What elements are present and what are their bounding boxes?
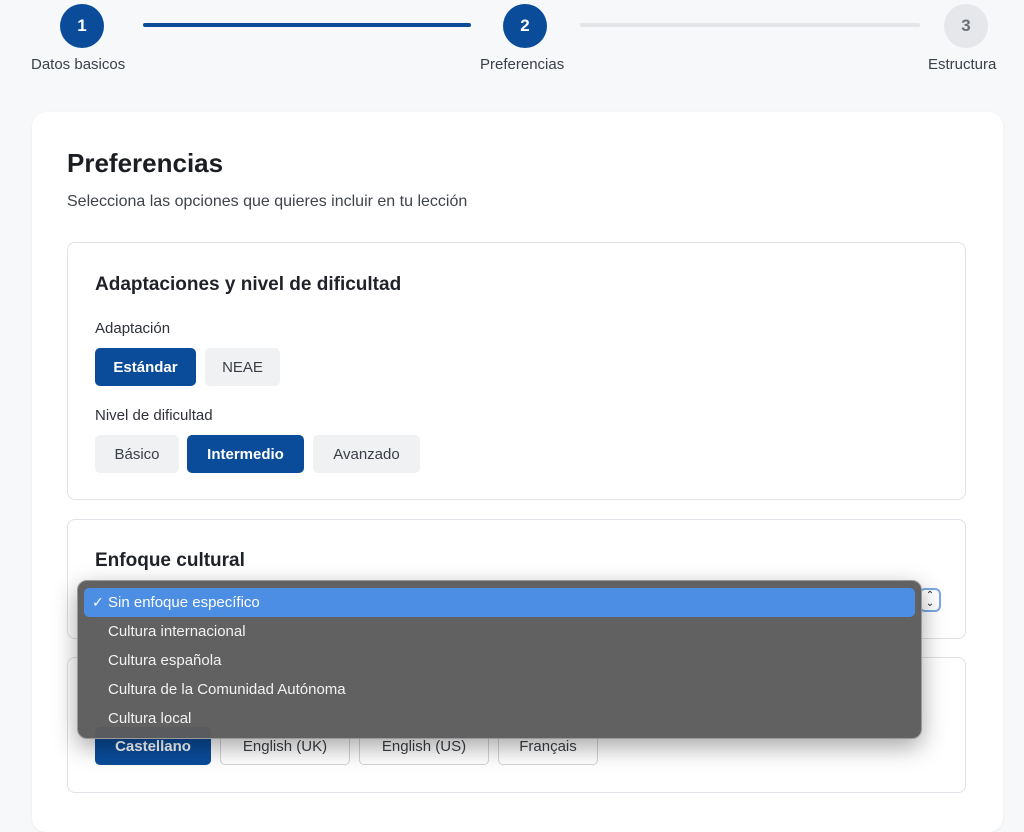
dropdown-option-comunidad[interactable]: Cultura de la Comunidad Autónoma (84, 675, 915, 704)
dropdown-option-espanola[interactable]: Cultura española (84, 646, 915, 675)
dropdown-option-label: Cultura española (108, 652, 222, 669)
dropdown-option-local[interactable]: Cultura local (84, 704, 915, 733)
dropdown-option-label: Cultura de la Comunidad Autónoma (108, 681, 346, 698)
stepper-line-completed (143, 23, 471, 27)
adaptation-option-neae[interactable]: NEAE (205, 348, 280, 386)
select-updown-icon[interactable]: ⌃ ⌄ (919, 588, 941, 612)
dropdown-option-label: Cultura local (108, 710, 192, 727)
checkmark-icon: ✓ (92, 594, 104, 610)
step-3-label: Estructura (928, 56, 997, 73)
cultural-focus-title: Enfoque cultural (95, 550, 245, 571)
difficulty-option-avanzado[interactable]: Avanzado (313, 435, 420, 473)
dropdown-option-internacional[interactable]: Cultura internacional (84, 617, 915, 646)
dropdown-option-label: Sin enfoque específico (108, 594, 260, 611)
progress-stepper: 1 Datos basicos 2 Preferencias 3 Estruct… (0, 0, 1024, 90)
adaptation-label: Adaptación (95, 320, 171, 337)
dropdown-option-label: Cultura internacional (108, 623, 246, 640)
step-3-circle[interactable]: 3 (944, 4, 988, 48)
page-title: Preferencias (67, 148, 224, 178)
adaptation-option-estandar[interactable]: Estándar (95, 348, 196, 386)
difficulty-option-basico[interactable]: Básico (95, 435, 179, 473)
dropdown-option-sin-enfoque[interactable]: ✓ Sin enfoque específico (84, 588, 915, 617)
step-1-label: Datos basicos (31, 56, 126, 73)
step-2-circle[interactable]: 2 (503, 4, 547, 48)
step-2-label: Preferencias (480, 56, 565, 73)
difficulty-label: Nivel de dificultad (95, 407, 213, 424)
step-1-circle[interactable]: 1 (60, 4, 104, 48)
page-subtitle: Selecciona las opciones que quieres incl… (67, 193, 468, 210)
adaptations-title: Adaptaciones y nivel de dificultad (95, 274, 402, 295)
cultural-focus-dropdown[interactable]: ✓ Sin enfoque específico Cultura interna… (77, 580, 922, 739)
adaptations-section: Adaptaciones y nivel de dificultad Adapt… (67, 242, 966, 500)
difficulty-option-intermedio[interactable]: Intermedio (187, 435, 304, 473)
stepper-line-pending (580, 23, 920, 27)
